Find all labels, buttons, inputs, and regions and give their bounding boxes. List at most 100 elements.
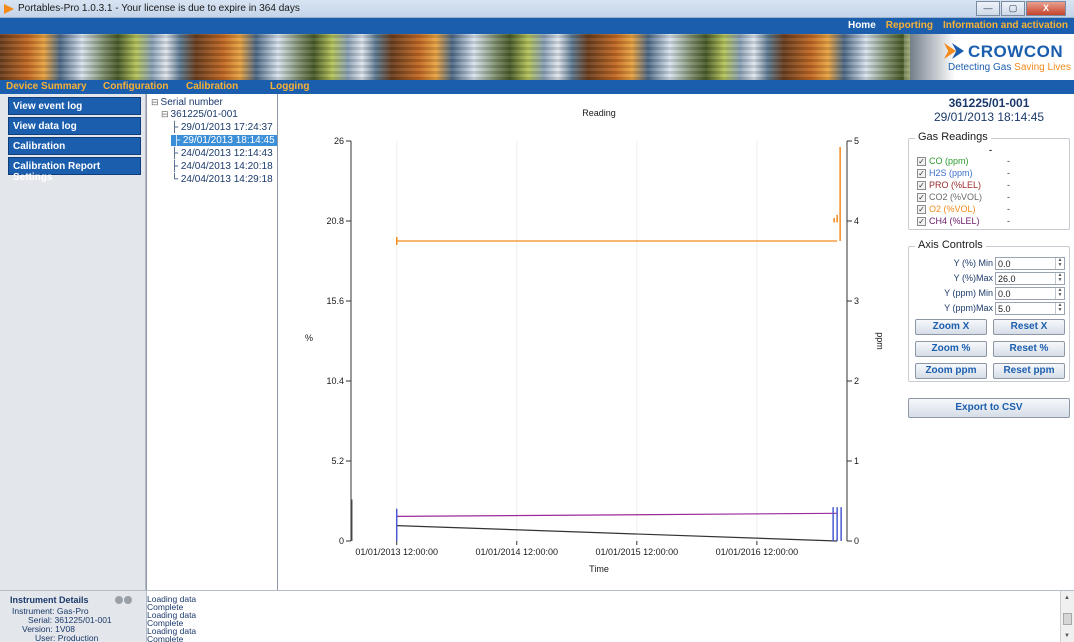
- tree-session[interactable]: ├ 24/04/2013 14:20:18: [171, 161, 273, 172]
- instrument-details-panel: Instrument Details Instrument: Gas-Pro S…: [0, 590, 146, 642]
- log-line: Complete: [147, 634, 184, 642]
- reset-x-button[interactable]: Reset X: [993, 319, 1065, 335]
- axis-controls-title: Axis Controls: [915, 239, 986, 251]
- sidebar-item-calibration-report-settings[interactable]: Calibration Report Settings: [8, 157, 141, 183]
- detail-value: Production: [57, 633, 99, 642]
- nav-information-link[interactable]: Information and activation: [943, 20, 1068, 31]
- status-log[interactable]: Loading data Complete Loading data Compl…: [146, 590, 1074, 642]
- log-scrollbar[interactable]: ▲ ▼: [1060, 591, 1074, 642]
- y-right-tick-label: 1: [854, 456, 859, 466]
- checkbox[interactable]: ✓: [917, 157, 926, 167]
- minimize-button[interactable]: —: [976, 1, 1000, 16]
- maximize-button[interactable]: ▢: [1001, 1, 1025, 16]
- axis-row-y-pct-min: Y (%) Min 0.0 ▲ ▼: [909, 257, 1069, 271]
- tree-session-label: 24/04/2013 12:14:43: [180, 148, 273, 159]
- gas-row-pro[interactable]: ✓ PRO (%LEL) -: [917, 180, 1010, 192]
- y-ppm-min-input[interactable]: 0.0 ▲ ▼: [995, 287, 1065, 300]
- y-left-tick-label: 5.2: [331, 456, 344, 466]
- gas-label: H2S (ppm): [929, 168, 973, 178]
- menu-logging[interactable]: Logging: [270, 81, 309, 92]
- collapse-icon[interactable]: ⊟: [161, 109, 169, 119]
- tree-root[interactable]: ⊟ Serial number: [151, 97, 223, 108]
- crowcon-logo-icon: [944, 43, 966, 59]
- checkbox[interactable]: ✓: [917, 205, 926, 215]
- axis-label: Y (ppm)Max: [944, 303, 993, 313]
- spinner-icon[interactable]: ▲ ▼: [1055, 258, 1064, 269]
- x-axis-label: Time: [589, 564, 609, 574]
- y-right-tick-label: 4: [854, 216, 859, 226]
- x-tick-label: 01/01/2015 12:00:00: [596, 547, 679, 557]
- instrument-serial: 361225/01-001: [948, 96, 1030, 110]
- tree-device[interactable]: ⊟ 361225/01-001: [161, 109, 238, 120]
- series-line: [396, 512, 838, 517]
- y-left-tick-label: 26: [334, 136, 344, 146]
- banner-photo-strip: [0, 34, 910, 80]
- window-titlebar: Portables-Pro 1.0.3.1 - Your license is …: [0, 0, 1074, 18]
- y-left-tick-label: 20.8: [326, 216, 344, 226]
- brand-tagline: Detecting Gas Saving Lives: [948, 62, 1071, 73]
- export-csv-button[interactable]: Export to CSV: [908, 398, 1070, 418]
- status-dot-icon: [124, 596, 132, 604]
- axis-label: Y (%) Min: [953, 258, 993, 268]
- sidebar-item-calibration[interactable]: Calibration: [8, 137, 141, 155]
- nav-home-link[interactable]: Home: [848, 20, 876, 31]
- spinner-icon[interactable]: ▲ ▼: [1055, 273, 1064, 284]
- status-dot-icon: [115, 596, 123, 604]
- left-sidebar: View event log View data log Calibration…: [0, 94, 146, 590]
- zoom-x-button[interactable]: Zoom X: [915, 319, 987, 335]
- sidebar-item-view-event-log[interactable]: View event log: [8, 97, 141, 115]
- gas-label: PRO (%LEL): [929, 180, 982, 190]
- gas-row-ch4[interactable]: ✓ CH4 (%LEL) -: [917, 216, 1010, 228]
- menu-calibration[interactable]: Calibration: [186, 81, 238, 92]
- scroll-down-icon[interactable]: ▼: [1064, 633, 1070, 639]
- tree-session-label: 29/01/2013 18:14:45: [182, 135, 275, 146]
- tree-session-selected[interactable]: ├ 29/01/2013 18:14:45: [171, 135, 277, 146]
- gas-value: -: [1007, 204, 1010, 214]
- gas-row-h2s[interactable]: ✓ H2S (ppm) -: [917, 168, 1010, 180]
- reset-ppm-button[interactable]: Reset ppm: [993, 363, 1065, 379]
- y-right-tick-label: 0: [854, 536, 859, 546]
- gas-value: -: [1007, 216, 1010, 226]
- gas-row-co[interactable]: ✓ CO (ppm) -: [917, 156, 1010, 168]
- tree-session[interactable]: ├ 29/01/2013 17:24:37: [171, 122, 273, 133]
- x-tick-label: 01/01/2016 12:00:00: [716, 547, 799, 557]
- checkbox[interactable]: ✓: [917, 181, 926, 191]
- tree-session[interactable]: └ 24/04/2013 14:29:18: [171, 174, 273, 185]
- reset-pct-button[interactable]: Reset %: [993, 341, 1065, 357]
- close-button[interactable]: X: [1026, 1, 1066, 16]
- header-banner: CROWCON Detecting Gas Saving Lives: [0, 34, 1074, 80]
- readings-chart[interactable]: Reading 01/01/2013 12:00:00 01/01/2014 12:…: [279, 94, 904, 590]
- input-value: 0.0: [998, 259, 1011, 269]
- checkbox[interactable]: ✓: [917, 217, 926, 227]
- detail-row: User: Production: [35, 633, 98, 642]
- chart-canvas[interactable]: Reading 01/01/2013 12:00:00 01/01/2014 12:…: [279, 94, 904, 590]
- axis-label: Y (%)Max: [953, 273, 993, 283]
- zoom-ppm-button[interactable]: Zoom ppm: [915, 363, 987, 379]
- tree-session[interactable]: ├ 24/04/2013 12:14:43: [171, 148, 273, 159]
- gas-row-co2[interactable]: ✓ CO2 (%VOL) -: [917, 192, 1010, 204]
- zoom-pct-button[interactable]: Zoom %: [915, 341, 987, 357]
- spinner-icon[interactable]: ▲ ▼: [1055, 303, 1064, 314]
- scroll-thumb[interactable]: [1063, 613, 1072, 625]
- y-pct-max-input[interactable]: 26.0 ▲ ▼: [995, 272, 1065, 285]
- collapse-icon[interactable]: ⊟: [151, 97, 159, 107]
- gas-row-o2[interactable]: ✓ O2 (%VOL) -: [917, 204, 1010, 216]
- tagline-part-a: Detecting Gas: [948, 62, 1015, 73]
- tree-device-label: 361225/01-001: [170, 109, 238, 120]
- spinner-icon[interactable]: ▲ ▼: [1055, 288, 1064, 299]
- nav-reporting-link[interactable]: Reporting: [886, 20, 933, 31]
- y-ppm-max-input[interactable]: 5.0 ▲ ▼: [995, 302, 1065, 315]
- checkbox[interactable]: ✓: [917, 169, 926, 179]
- y-pct-min-input[interactable]: 0.0 ▲ ▼: [995, 257, 1065, 270]
- checkbox[interactable]: ✓: [917, 193, 926, 203]
- scroll-up-icon[interactable]: ▲: [1064, 595, 1070, 601]
- axis-row-y-ppm-min: Y (ppm) Min 0.0 ▲ ▼: [909, 287, 1069, 301]
- sidebar-item-view-data-log[interactable]: View data log: [8, 117, 141, 135]
- tree-session-label: 24/04/2013 14:29:18: [180, 174, 273, 185]
- menu-configuration[interactable]: Configuration: [103, 81, 169, 92]
- menu-device-summary[interactable]: Device Summary: [6, 81, 87, 92]
- instrument-timestamp: 29/01/2013 18:14:45: [933, 110, 1045, 124]
- y-right-tick-label: 5: [854, 136, 859, 146]
- axis-row-y-ppm-max: Y (ppm)Max 5.0 ▲ ▼: [909, 302, 1069, 316]
- axis-controls-group: Axis Controls Y (%) Min 0.0 ▲ ▼ Y (%)Max 2…: [908, 239, 1070, 382]
